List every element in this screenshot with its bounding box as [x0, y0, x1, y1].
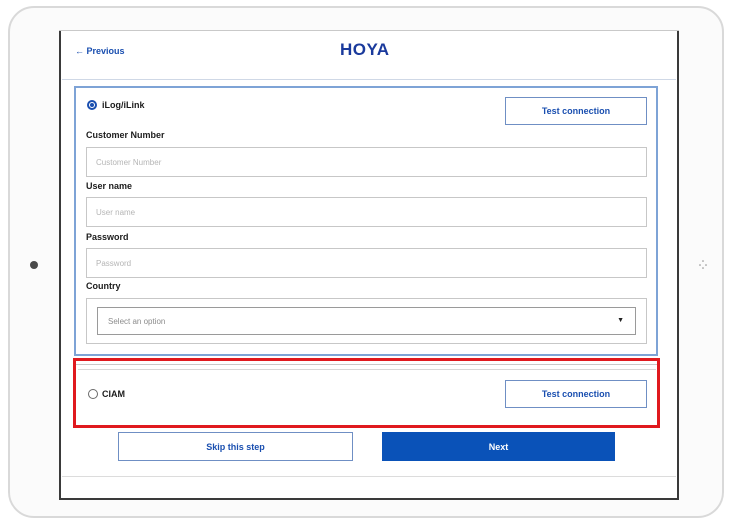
country-select-container: Select an option ▼ — [86, 298, 647, 344]
app-header: ← Previous HOYA — [62, 33, 676, 77]
ilog-test-connection-button[interactable]: Test connection — [505, 97, 647, 125]
ilog-option-label: iLog/iLink — [102, 100, 145, 110]
skip-step-button[interactable]: Skip this step — [118, 432, 353, 461]
screen-top-edge — [59, 30, 679, 31]
header-divider — [62, 79, 676, 80]
customer-number-input[interactable]: Customer Number — [86, 147, 647, 177]
country-label: Country — [86, 281, 121, 291]
hoya-logo: HOYA — [340, 40, 390, 59]
user-name-input[interactable]: User name — [86, 197, 647, 227]
previous-link[interactable]: ← Previous — [75, 46, 125, 56]
ciam-highlight-box — [73, 358, 660, 428]
caret-down-icon: ▼ — [617, 317, 624, 324]
country-select[interactable]: Select an option ▼ — [97, 307, 636, 335]
footer-divider — [62, 476, 676, 477]
next-button[interactable]: Next — [382, 432, 615, 461]
customer-number-label: Customer Number — [86, 130, 165, 140]
password-label: Password — [86, 232, 129, 242]
ilog-radio[interactable] — [87, 100, 97, 110]
home-button — [30, 261, 38, 269]
password-input[interactable]: Password — [86, 248, 647, 278]
country-select-value: Select an option — [108, 316, 166, 326]
user-name-label: User name — [86, 181, 133, 191]
front-camera-icon — [699, 260, 707, 269]
